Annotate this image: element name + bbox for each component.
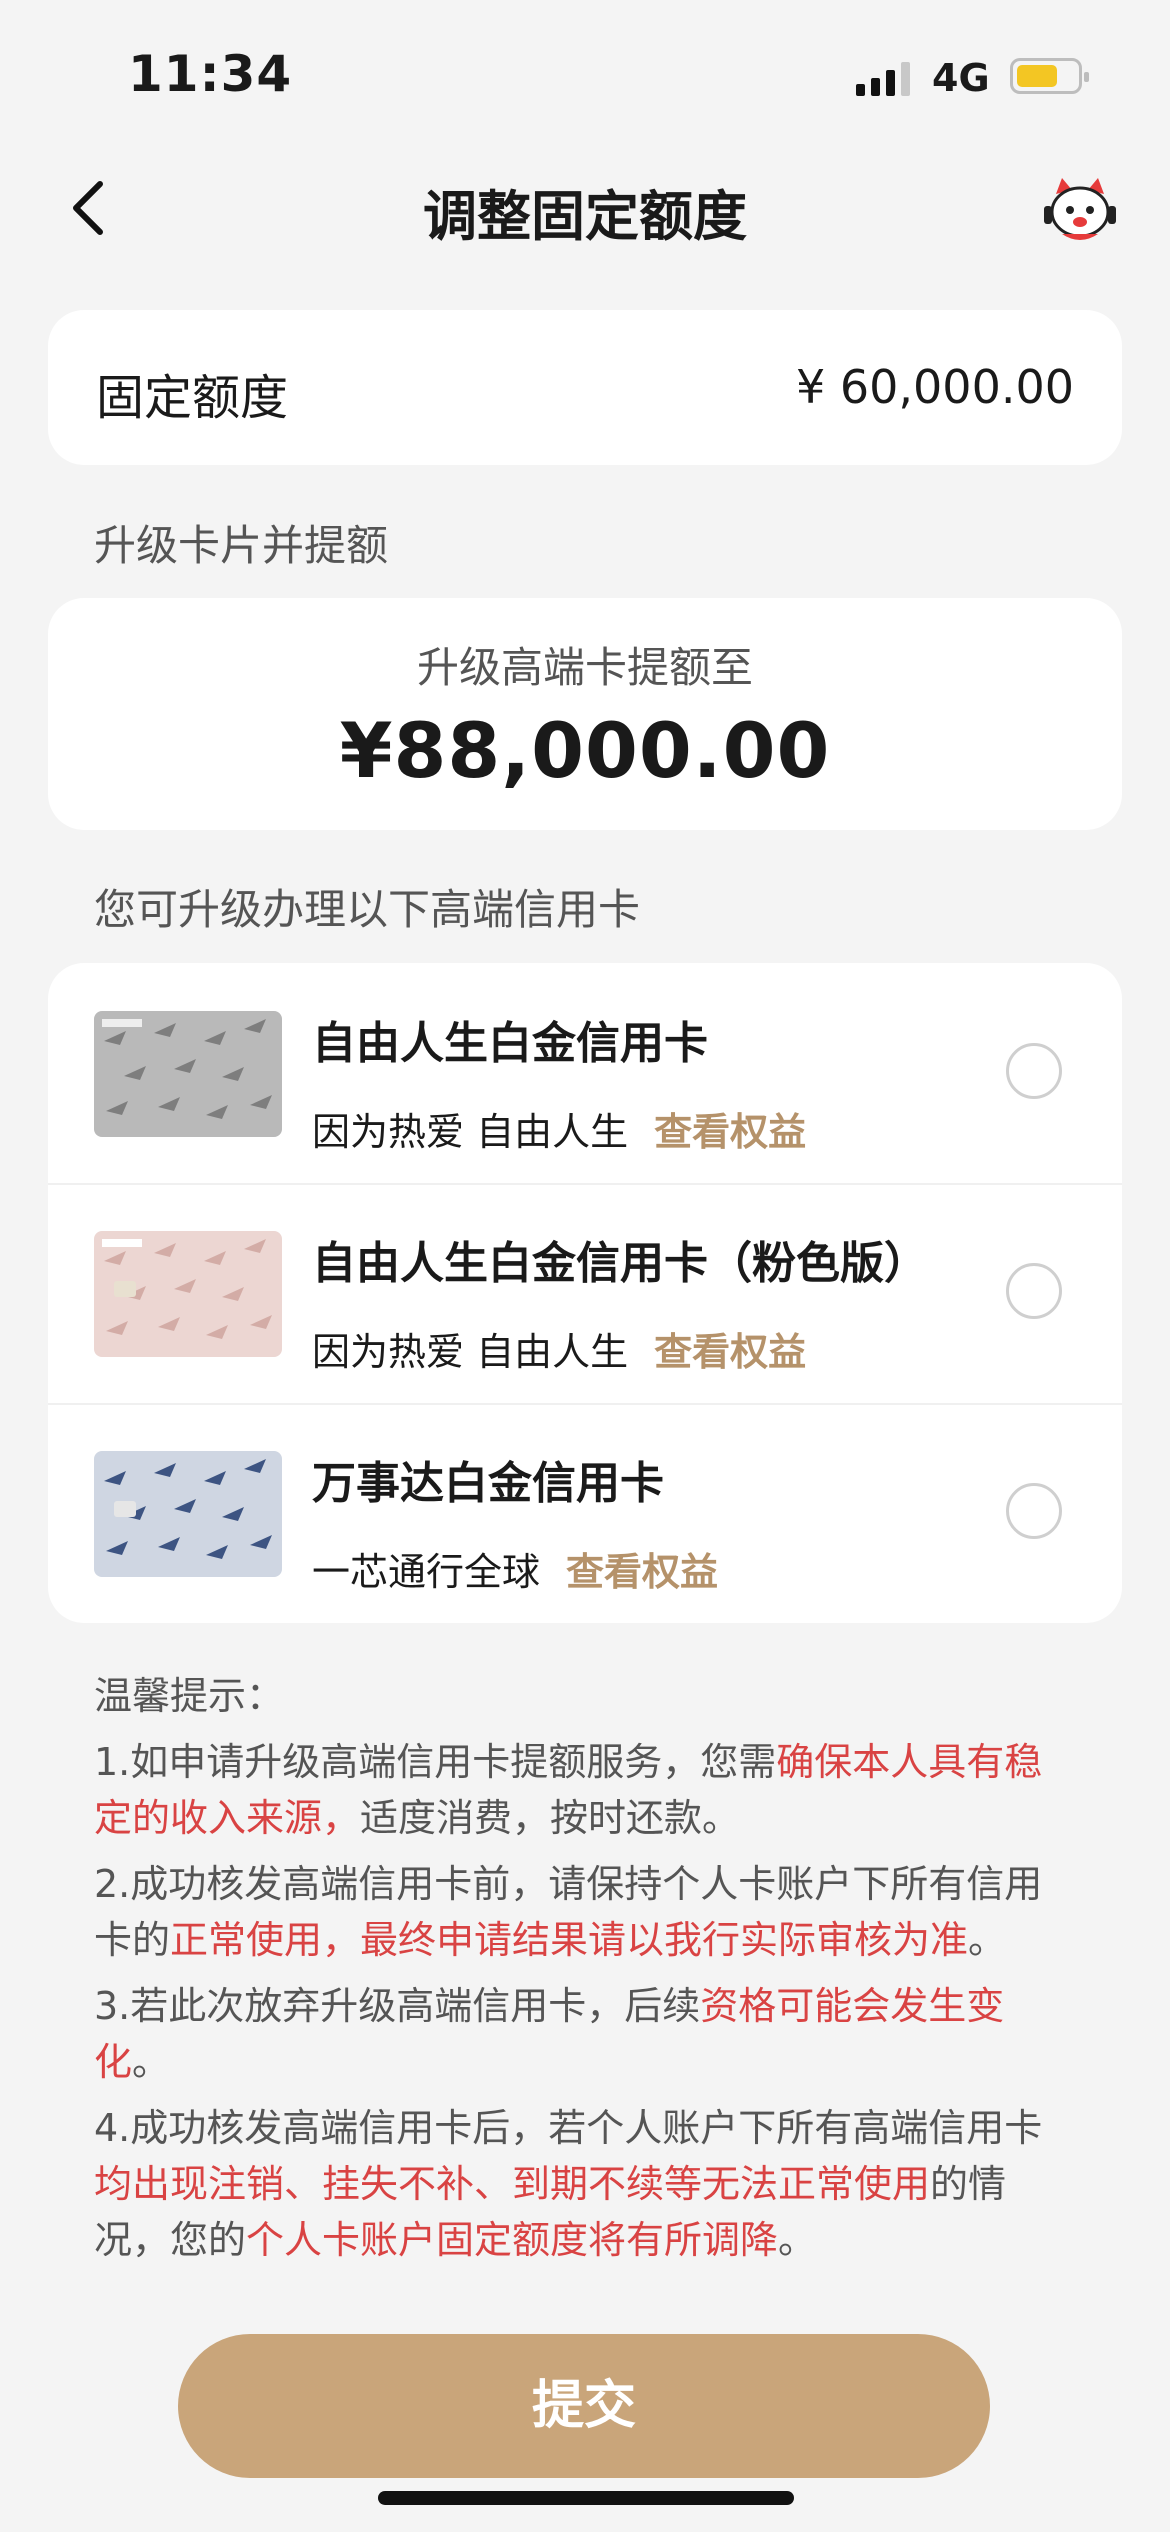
card-name: 万事达白金信用卡 [312, 1458, 664, 1509]
tip-item: 4.成功核发高端信用卡后，若个人账户下所有高端信用卡均出现注销、挂失不补、到期不… [94, 2100, 1074, 2268]
fixed-limit-amount: ¥ 60,000.00 [796, 360, 1074, 414]
tip-highlight: 正常使用，最终申请结果请以我行实际审核为准 [170, 1918, 969, 1962]
page-title: 调整固定额度 [423, 185, 747, 248]
card-slogan: 因为热爱 自由人生 查看权益 [312, 1321, 806, 1376]
card-option-mastercard-platinum[interactable]: 万事达白金信用卡 一芯通行全球 查看权益 [48, 1403, 1122, 1623]
mascot-assistant-icon[interactable] [1042, 172, 1118, 248]
status-bar: 11:34 4G [0, 0, 1170, 150]
tip-item: 1.如申请升级高端信用卡提额服务，您需确保本人具有稳定的收入来源，适度消费，按时… [94, 1734, 1074, 1846]
tip-text: 1.如申请升级高端信用卡提额服务，您需 [94, 1740, 777, 1784]
tip-text: 。 [132, 2040, 171, 2084]
card-name: 自由人生白金信用卡 [312, 1018, 708, 1069]
card-option-platinum[interactable]: 自由人生白金信用卡 因为热爱 自由人生 查看权益 [48, 963, 1122, 1183]
upgrade-limit-subtitle: 升级高端卡提额至 [416, 643, 753, 692]
fixed-limit-card: 固定额度 ¥ 60,000.00 [48, 310, 1122, 465]
card-thumbnail-blue [94, 1451, 282, 1577]
upgrade-section-label: 升级卡片并提额 [94, 521, 389, 570]
tip-item: 2.成功核发高端信用卡前，请保持个人卡账户下所有信用卡的正常使用，最终申请结果请… [94, 1856, 1074, 1968]
row-divider [48, 1403, 1122, 1405]
view-benefits-link[interactable]: 查看权益 [654, 1110, 806, 1154]
card-slogan-text: 因为热爱 自由人生 [312, 1330, 629, 1374]
submit-button[interactable]: 提交 [178, 2334, 990, 2478]
tip-text: 4.成功核发高端信用卡后，若个人账户下所有高端信用卡 [94, 2106, 1043, 2150]
tip-highlight: 个人卡账户固定额度将有所调降 [246, 2218, 779, 2262]
tips-section: 温馨提示： 1.如申请升级高端信用卡提额服务，您需确保本人具有稳定的收入来源，适… [94, 1668, 1074, 2278]
status-time: 11:34 [128, 45, 293, 103]
row-divider [48, 1183, 1122, 1185]
card-thumbnail-pink [94, 1231, 282, 1357]
card-select-radio[interactable] [1006, 1263, 1062, 1319]
tip-highlight: 均出现注销、挂失不补、到期不续等无法正常使用 [94, 2162, 931, 2206]
view-benefits-link[interactable]: 查看权益 [654, 1330, 806, 1374]
tip-text: 。 [968, 1918, 1007, 1962]
card-select-radio[interactable] [1006, 1483, 1062, 1539]
card-slogan-text: 一芯通行全球 [312, 1550, 541, 1594]
card-options-list: 自由人生白金信用卡 因为热爱 自由人生 查看权益 自由人生白金信用卡（粉色版） 因… [48, 963, 1122, 1623]
card-name: 自由人生白金信用卡（粉色版） [312, 1238, 928, 1289]
network-type: 4G [932, 56, 990, 100]
battery-icon [1010, 58, 1089, 94]
tip-text: 。 [778, 2218, 817, 2262]
fixed-limit-label: 固定额度 [96, 370, 289, 426]
card-slogan-text: 因为热爱 自由人生 [312, 1110, 629, 1154]
card-option-platinum-pink[interactable]: 自由人生白金信用卡（粉色版） 因为热爱 自由人生 查看权益 [48, 1183, 1122, 1403]
view-benefits-link[interactable]: 查看权益 [566, 1550, 718, 1594]
tips-title: 温馨提示： [94, 1674, 285, 1718]
cellular-signal-icon [856, 62, 910, 96]
tip-item: 3.若此次放弃升级高端信用卡，后续资格可能会发生变化。 [94, 1978, 1074, 2090]
nav-bar: 调整固定额度 [0, 150, 1170, 270]
upgrade-limit-card: 升级高端卡提额至 ¥88,000.00 [48, 598, 1122, 830]
card-thumbnail-silver [94, 1011, 282, 1137]
card-slogan: 一芯通行全球 查看权益 [312, 1541, 718, 1596]
tip-text: 适度消费，按时还款。 [360, 1796, 741, 1840]
upgrade-limit-amount: ¥88,000.00 [339, 706, 831, 795]
cards-section-label: 您可升级办理以下高端信用卡 [94, 885, 641, 934]
tip-text: 3.若此次放弃升级高端信用卡，后续 [94, 1984, 701, 2028]
card-slogan: 因为热爱 自由人生 查看权益 [312, 1101, 806, 1156]
home-indicator [378, 2491, 794, 2505]
card-select-radio[interactable] [1006, 1043, 1062, 1099]
